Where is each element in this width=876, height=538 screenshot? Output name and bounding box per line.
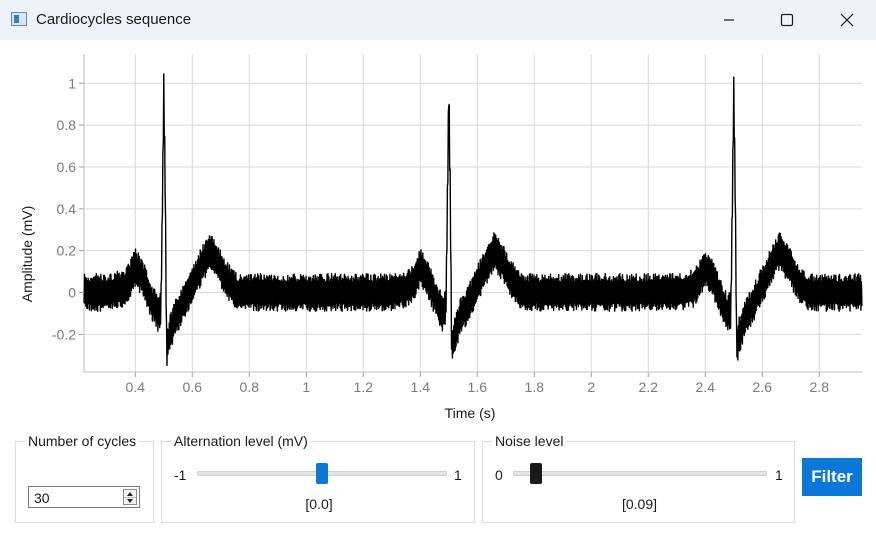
y-tick-label: 0 (68, 285, 76, 301)
y-tick-label: 1 (68, 75, 76, 91)
minimize-button[interactable] (700, 0, 758, 40)
window-title: Cardiocycles sequence (36, 11, 192, 28)
cycles-group: Number of cycles 30 (15, 433, 154, 523)
x-tick-label: 0.8 (240, 379, 260, 395)
filter-button[interactable]: Filter (802, 458, 862, 496)
noise-group: Noise level 0 1 [0.09] (482, 433, 795, 523)
x-tick-label: 1.2 (354, 379, 374, 395)
x-tick-label: 2.4 (696, 379, 716, 395)
noise-label: Noise level (492, 433, 567, 449)
x-tick-label: 2.6 (753, 379, 773, 395)
noise-slider-thumb[interactable] (529, 463, 542, 484)
spin-down-button[interactable] (124, 497, 136, 504)
title-bar: Cardiocycles sequence (0, 0, 876, 40)
chart-area: 0.4 0.6 0.8 1 1.2 1.4 1.6 1.8 2 2.2 2.4 2.6 2.8 1 0.8 0… (0, 40, 876, 432)
cycles-label: Number of cycles (25, 433, 140, 449)
ecg-chart: 0.4 0.6 0.8 1 1.2 1.4 1.6 1.8 2 2.2 2.4 2.6 2.8 1 0.8 0… (19, 54, 863, 421)
y-axis-label: Amplitude (mV) (19, 206, 35, 302)
alternation-slider-thumb[interactable] (316, 463, 328, 484)
ecg-trace (83, 73, 863, 367)
alternation-group: Alternation level (mV) -1 1 [0.0] (161, 433, 475, 523)
app-icon (11, 12, 27, 26)
cycles-spinbox[interactable]: 30 (28, 486, 140, 508)
arrow-down-icon (127, 498, 133, 503)
minimize-icon (724, 19, 734, 21)
x-tick-label: 1.6 (468, 379, 488, 395)
y-tick-label: -0.2 (52, 326, 76, 342)
y-tick-label: 0.6 (57, 159, 77, 175)
x-tick-label: 0.6 (183, 379, 203, 395)
y-tick-label: 0.2 (57, 243, 77, 259)
arrow-up-icon (127, 491, 133, 496)
x-tick-label: 1 (302, 379, 310, 395)
close-button[interactable] (818, 0, 876, 40)
noise-max-label: 1 (775, 467, 783, 483)
alternation-label: Alternation level (mV) (171, 433, 311, 449)
noise-value: [0.09] (621, 496, 658, 512)
alternation-max-label: 1 (454, 467, 462, 483)
maximize-icon (780, 13, 794, 27)
maximize-button[interactable] (758, 0, 816, 40)
y-tick-label: 0.8 (57, 117, 77, 133)
cycles-value[interactable]: 30 (34, 490, 50, 506)
close-icon (840, 13, 854, 27)
x-tick-label: 2 (587, 379, 595, 395)
alternation-value: [0.0] (305, 496, 333, 512)
noise-min-label: 0 (495, 467, 503, 483)
y-tick-label: 0.4 (57, 201, 77, 217)
alternation-min-label: -1 (174, 467, 187, 483)
x-axis-label: Time (s) (445, 405, 496, 421)
x-tick-label: 2.8 (810, 379, 830, 395)
x-tick-label: 0.4 (126, 379, 146, 395)
x-tick-label: 1.4 (411, 379, 431, 395)
x-tick-label: 2.2 (639, 379, 659, 395)
spin-buttons (123, 489, 137, 505)
x-tick-label: 1.8 (525, 379, 545, 395)
noise-slider-track[interactable] (513, 471, 767, 476)
